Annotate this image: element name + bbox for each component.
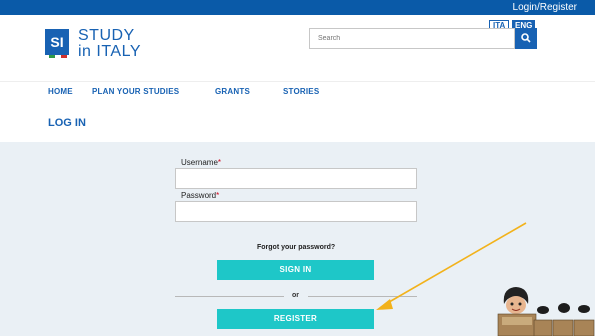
- login-register-link[interactable]: Login/Register: [513, 1, 577, 14]
- sign-in-button[interactable]: SIGN IN: [217, 260, 374, 280]
- or-divider-left: [175, 296, 284, 297]
- forgot-password-link[interactable]: Forgot your password?: [257, 243, 335, 252]
- search-icon: [521, 33, 531, 43]
- page-title: LOG IN: [48, 117, 86, 129]
- or-text: or: [292, 292, 299, 299]
- password-field[interactable]: [175, 201, 417, 222]
- nav-stories[interactable]: STORIES: [283, 87, 319, 97]
- header-divider: [0, 81, 595, 82]
- top-bar: Login/Register: [0, 0, 595, 15]
- nav-plan-your-studies[interactable]: PLAN YOUR STUDIES: [92, 87, 179, 97]
- logo-text-in-italy: in ITALY: [78, 43, 141, 60]
- mascot-icon: [497, 287, 595, 336]
- username-field[interactable]: [175, 168, 417, 189]
- nav-grants[interactable]: GRANTS: [215, 87, 250, 97]
- register-button[interactable]: REGISTER: [217, 309, 374, 329]
- username-label: Username*: [181, 158, 222, 167]
- nav-home[interactable]: HOME: [48, 87, 73, 97]
- search-input[interactable]: [309, 28, 515, 49]
- password-label: Password*: [181, 191, 220, 200]
- italian-flag-icon: [49, 55, 67, 58]
- logo-mark: SI: [45, 29, 69, 55]
- search-button[interactable]: [515, 28, 537, 49]
- site-logo[interactable]: SI STUDY in ITALY: [45, 27, 165, 71]
